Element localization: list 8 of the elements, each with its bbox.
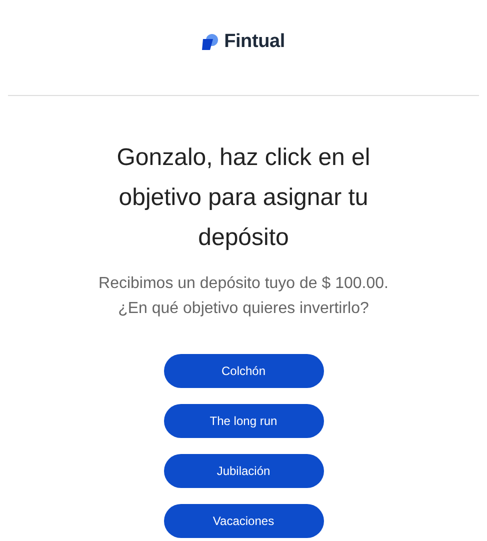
message-text: Recibimos un depósito tuyo de $ 100.00. ¿En qué objetivo quieres invertirlo? (98, 274, 390, 319)
heading: Gonzalo, haz click en el objetivo para asignar tu depósito (116, 143, 372, 253)
brand-name: Fintual (224, 31, 285, 53)
goal-button[interactable]: Jubilación (164, 454, 324, 488)
goal-button[interactable]: The long run (164, 404, 324, 438)
logo-icon (202, 34, 220, 50)
goal-button[interactable]: Colchón (164, 354, 324, 388)
goal-button[interactable]: Vacaciones (164, 504, 324, 538)
